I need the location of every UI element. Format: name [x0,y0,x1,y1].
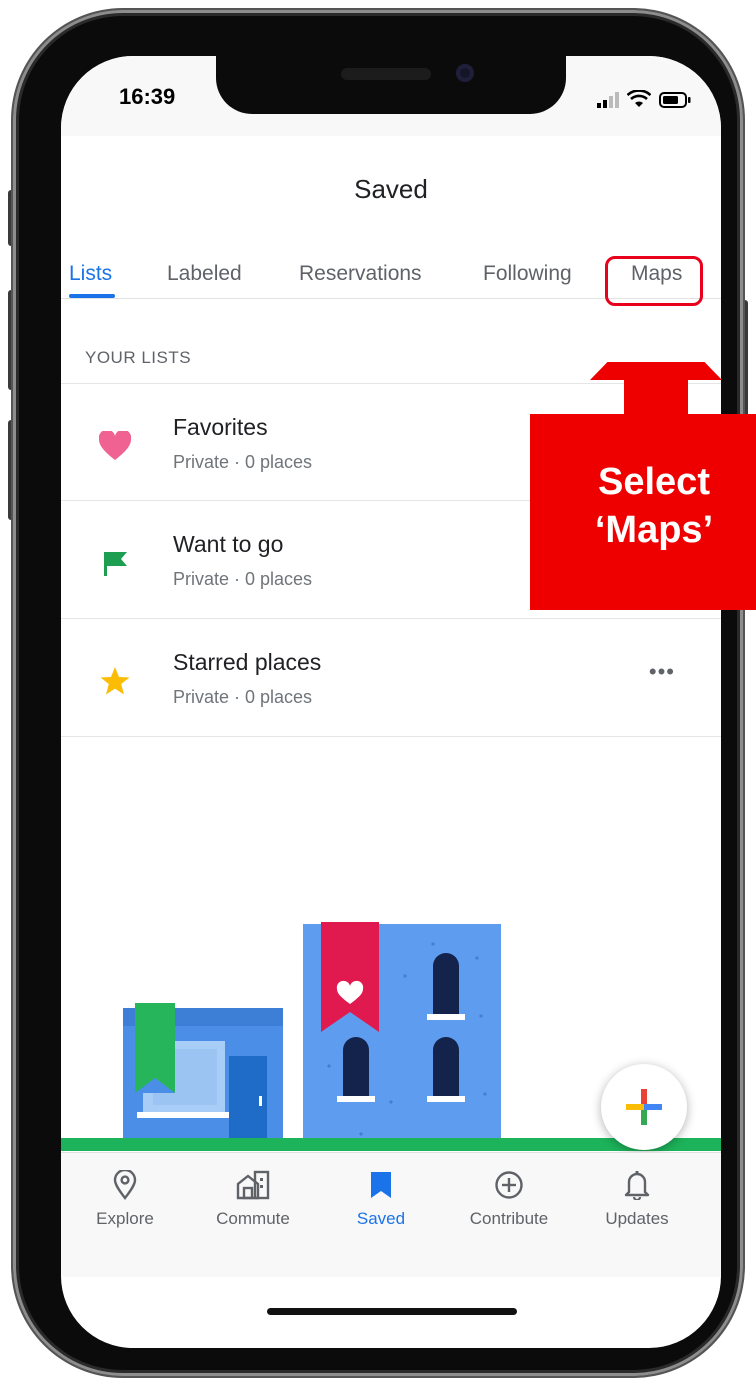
tab-labeled[interactable]: Labeled [167,262,242,286]
plus-circle-icon [449,1167,569,1203]
nav-label: Commute [216,1209,290,1228]
divider [61,736,721,737]
home-indicator [267,1308,517,1315]
list-item-title: Want to go [173,531,284,557]
nav-label: Explore [96,1209,154,1228]
nav-label: Saved [356,1209,406,1228]
page-header: Saved [61,136,721,226]
nav-label: Updates [605,1209,669,1228]
nav-contribute[interactable]: Contribute [449,1167,569,1229]
active-tab-indicator [69,294,115,298]
front-camera [456,64,474,82]
tab-reservations[interactable]: Reservations [299,262,422,286]
nav-explore[interactable]: Explore [65,1167,185,1229]
bookmark-icon [321,1167,441,1203]
list-item-title: Favorites [173,414,268,440]
location-pin-icon [65,1167,185,1203]
battery-icon [659,92,691,108]
page-title: Saved [354,174,428,204]
bell-icon [577,1167,697,1203]
nav-commute[interactable]: Commute [193,1167,313,1229]
list-item-subtitle: Private · 0 places [173,687,313,707]
status-icons [597,88,691,108]
nav-saved[interactable]: Saved [321,1167,441,1229]
tab-lists[interactable]: Lists [69,262,112,286]
section-label-your-lists: YOUR LISTS [85,348,192,367]
list-item-title: Starred places [173,649,322,675]
nav-updates[interactable]: Updates [577,1167,697,1229]
bottom-navigation: Explore Commute Saved Contribute Updates [61,1152,721,1277]
notch [216,56,566,114]
heart-icon [99,430,131,462]
wifi-icon [627,90,651,107]
annotation-line-2: ‘Maps’ [595,509,713,551]
more-options-button[interactable]: ••• [649,659,675,685]
status-time: 16:39 [119,84,176,109]
plus-icon [626,1089,662,1125]
commute-icon [193,1167,313,1203]
list-item-subtitle: Private · 0 places [173,569,313,589]
screen: 16:39 Saved Lists Labeled Reservations F… [61,56,721,1348]
star-icon [99,665,131,697]
speaker [341,68,431,80]
list-item-subtitle: Private · 0 places [173,452,313,472]
tab-following[interactable]: Following [483,262,572,286]
annotation-callout: Select ‘Maps’ [530,362,756,610]
nav-label: Contribute [469,1209,549,1228]
maps-tab-highlight [605,256,703,306]
add-list-button[interactable] [601,1064,687,1150]
flag-icon [99,547,131,579]
annotation-line-1: Select [598,461,710,503]
signal-icon [597,92,619,108]
list-item-starred-places[interactable]: Starred places Private · 0 places ••• [61,619,721,735]
phone-frame: 16:39 Saved Lists Labeled Reservations F… [13,10,743,1376]
